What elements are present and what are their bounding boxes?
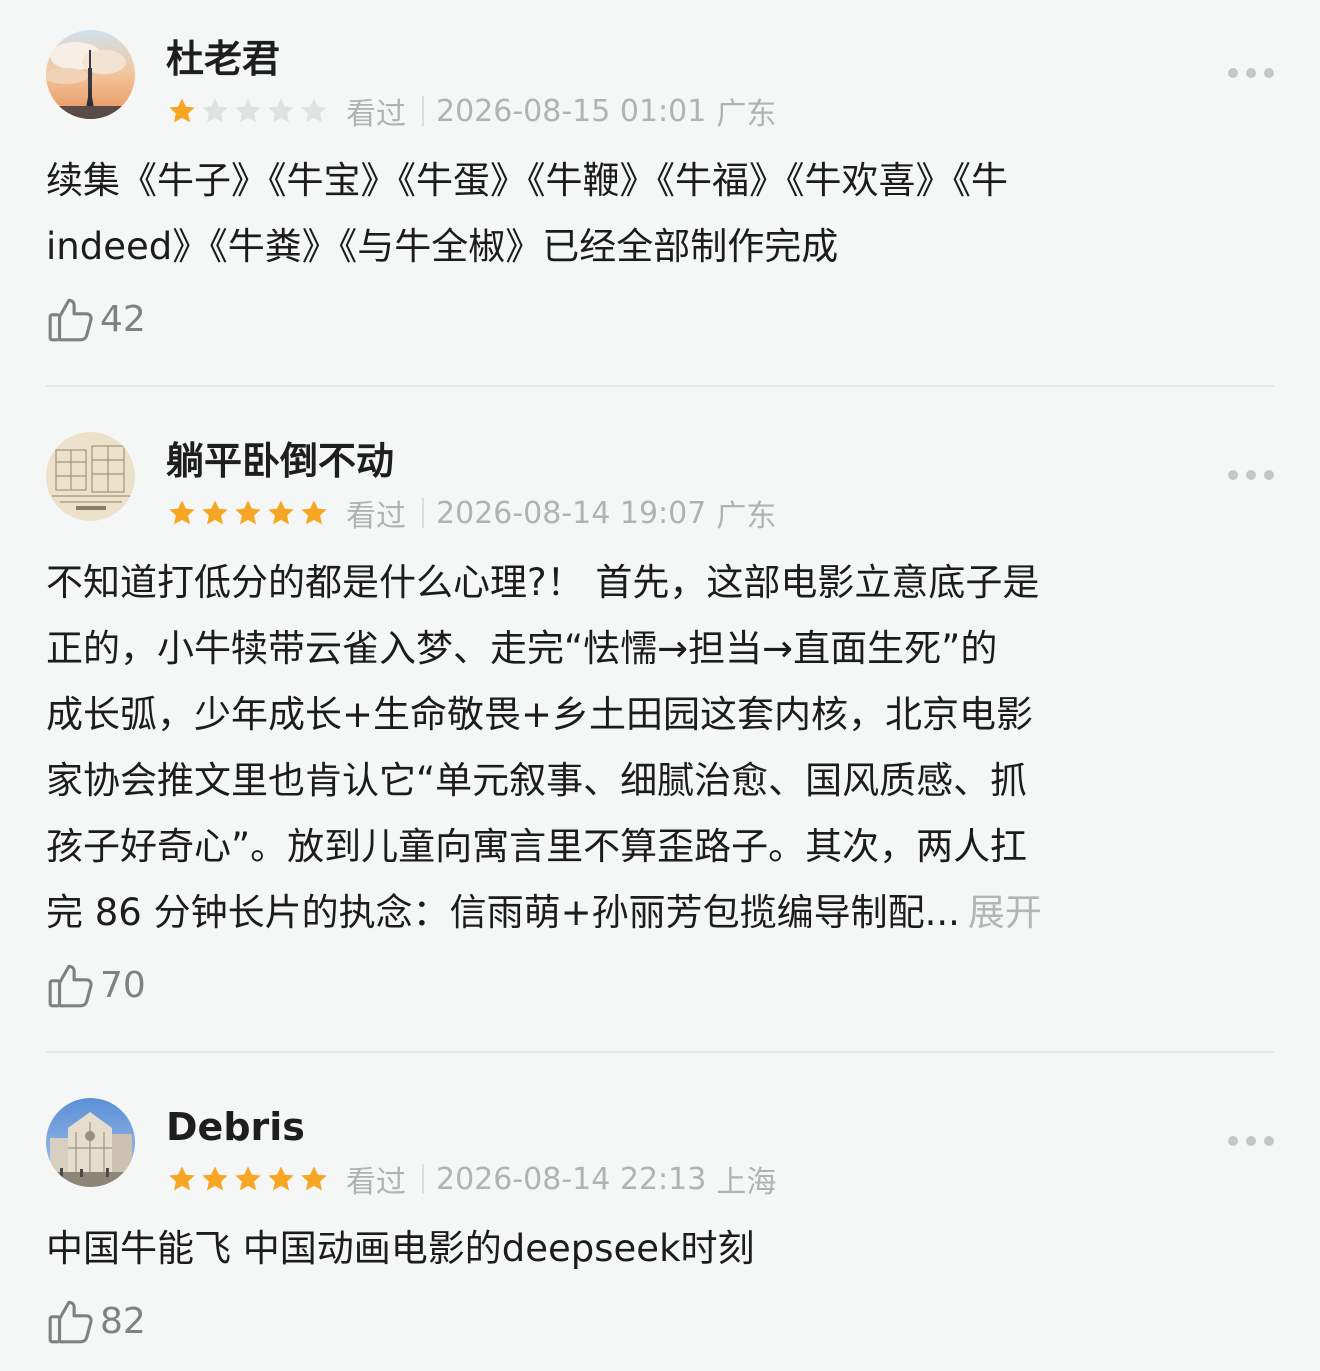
review-location: 上海 — [716, 1165, 777, 1200]
watched-label: 看过 — [346, 97, 406, 132]
thumbs-up-icon — [46, 960, 96, 1010]
like-button[interactable]: 42 — [46, 294, 146, 344]
review-content-line: 成长弧，少年成长+生命敬畏+乡土田园这套内核，北京电影 — [46, 693, 1034, 736]
star-filled-icon — [232, 497, 264, 529]
review-content-line: 不知道打低分的都是什么心理?！ 首先，这部电影立意底子是 — [46, 561, 1040, 604]
review-location: 广东 — [716, 499, 777, 534]
review-content-line: 正的，小牛犊带云雀入梦、走完“怯懦→担当→直面生死”的 — [46, 627, 998, 670]
review-separator — [46, 1051, 1274, 1053]
review-content-line: 中国牛能飞 中国动画电影的deepseek时刻 — [46, 1227, 755, 1270]
username[interactable]: 躺平卧倒不动 — [166, 442, 394, 480]
review-content: 中国牛能飞 中国动画电影的deepseek时刻 — [46, 1216, 1246, 1282]
review-content-line: indeed》《牛粪》《与牛全椒》已经全部制作完成 — [46, 225, 839, 268]
star-empty-icon — [265, 95, 297, 127]
username[interactable]: 杜老君 — [166, 40, 280, 78]
rating-stars — [166, 497, 330, 529]
review-content: 不知道打低分的都是什么心理?！ 首先，这部电影立意底子是 正的，小牛犊带云雀入梦… — [46, 550, 1246, 946]
review-separator — [46, 385, 1274, 387]
thumbs-up-icon — [46, 294, 96, 344]
review-meta: 看过 2026-08-15 01:01 广东 — [166, 93, 776, 132]
star-filled-icon — [199, 497, 231, 529]
star-filled-icon — [298, 497, 330, 529]
review-datetime: 2026-08-15 01:01 — [436, 93, 707, 129]
star-filled-icon — [265, 497, 297, 529]
thumbs-up-icon — [46, 1296, 96, 1346]
star-filled-icon — [166, 95, 198, 127]
username[interactable]: Debris — [166, 1108, 305, 1146]
more-options-icon[interactable] — [1228, 1135, 1274, 1147]
like-button[interactable]: 70 — [46, 960, 146, 1010]
meta-divider — [422, 96, 424, 126]
sketch-drawing-avatar-icon[interactable] — [46, 432, 135, 521]
star-filled-icon — [232, 1163, 264, 1195]
like-count: 70 — [100, 964, 146, 1006]
cathedral-avatar-icon[interactable] — [46, 1098, 135, 1187]
like-count: 42 — [100, 298, 146, 340]
star-filled-icon — [166, 497, 198, 529]
review-content-line: 家协会推文里也肯认它“单元叙事、细腻治愈、国风质感、抓 — [46, 759, 1028, 802]
review-datetime: 2026-08-14 19:07 — [436, 495, 707, 531]
meta-divider — [422, 1164, 424, 1194]
more-options-icon[interactable] — [1228, 469, 1274, 481]
like-button[interactable]: 82 — [46, 1296, 146, 1346]
review-location: 广东 — [716, 97, 777, 132]
watched-label: 看过 — [346, 1165, 406, 1200]
review-content-line: 孩子好奇心”。放到儿童向寓言里不算歪路子。其次，两人扛 — [46, 825, 1028, 868]
star-filled-icon — [199, 1163, 231, 1195]
star-filled-icon — [265, 1163, 297, 1195]
star-filled-icon — [166, 1163, 198, 1195]
review-meta: 看过 2026-08-14 19:07 广东 — [166, 495, 776, 534]
review-datetime: 2026-08-14 22:13 — [436, 1161, 707, 1197]
watched-label: 看过 — [346, 499, 406, 534]
star-empty-icon — [199, 95, 231, 127]
meta-divider — [422, 498, 424, 528]
rating-stars — [166, 95, 330, 127]
review-content-line: 完 86 分钟长片的执念：信雨萌+孙丽芳包揽编导制配... — [46, 891, 960, 934]
more-options-icon[interactable] — [1228, 67, 1274, 79]
tower-sunset-avatar-icon[interactable] — [46, 30, 135, 119]
star-filled-icon — [298, 1163, 330, 1195]
review-content-line: 续集《牛子》《牛宝》《牛蛋》《牛鞭》《牛福》《牛欢喜》《牛 — [46, 159, 1008, 202]
rating-stars — [166, 1163, 330, 1195]
review-content: 续集《牛子》《牛宝》《牛蛋》《牛鞭》《牛福》《牛欢喜》《牛 indeed》《牛粪… — [46, 148, 1246, 280]
like-count: 82 — [100, 1300, 146, 1342]
expand-link[interactable]: 展开 — [968, 891, 1042, 934]
star-empty-icon — [298, 95, 330, 127]
review-meta: 看过 2026-08-14 22:13 上海 — [166, 1161, 776, 1200]
star-empty-icon — [232, 95, 264, 127]
review-content-last-line: 完 86 分钟长片的执念：信雨萌+孙丽芳包揽编导制配... 展开 — [46, 880, 1246, 946]
